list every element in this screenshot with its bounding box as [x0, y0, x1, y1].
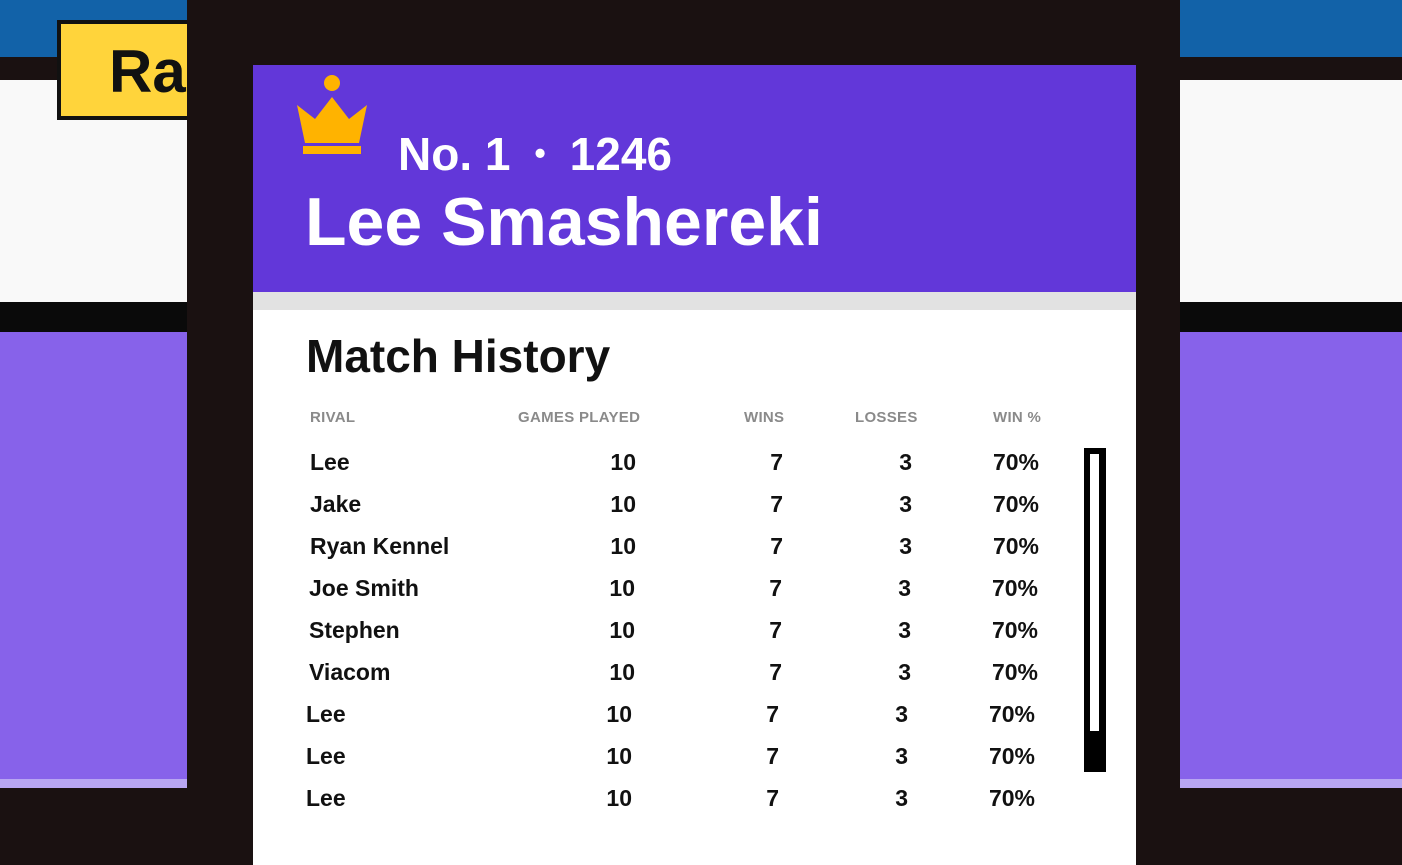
wins-cell: 7: [770, 491, 783, 517]
player-profile-card: No. 1 • 1246 Lee Smashereki Match History …: [253, 65, 1136, 865]
player-name: Lee Smashereki: [305, 184, 823, 260]
wins-cell: 7: [766, 701, 779, 727]
win-pct-cell: 70%: [988, 743, 1035, 769]
games-played-cell: 10: [610, 449, 636, 475]
games-played-cell: 10: [609, 617, 635, 643]
match-history-title: Match History: [306, 330, 611, 382]
wins-cell: 7: [766, 743, 779, 769]
games-played-cell: 10: [609, 659, 635, 685]
wins-cell: 7: [766, 785, 779, 811]
losses-cell: 3: [898, 617, 911, 643]
rival-cell: Lee: [306, 743, 346, 769]
win-pct-cell: 70%: [992, 533, 1039, 559]
games-played-cell: 10: [610, 533, 636, 559]
table-row[interactable]: Joe Smith 10 7 3 70%: [253, 567, 1136, 609]
table-row[interactable]: Jake 10 7 3 70%: [253, 483, 1136, 525]
win-pct-cell: 70%: [988, 785, 1035, 811]
player-header: No. 1 • 1246 Lee Smashereki: [253, 65, 1136, 292]
crown-icon: [297, 75, 367, 154]
losses-cell: 3: [895, 701, 908, 727]
win-pct-cell: 70%: [991, 617, 1038, 643]
column-header-rival: RIVAL: [310, 409, 356, 426]
losses-cell: 3: [899, 449, 912, 475]
rank-and-rating: No. 1 • 1246: [398, 131, 672, 177]
win-pct-cell: 70%: [991, 659, 1038, 685]
losses-cell: 3: [895, 785, 908, 811]
rival-cell: Viacom: [309, 659, 391, 685]
table-row[interactable]: Lee 10 7 3 70%: [253, 441, 1136, 483]
table-row[interactable]: Lee 10 7 3 70%: [253, 777, 1136, 819]
header-divider: [253, 292, 1136, 310]
wins-cell: 7: [770, 449, 783, 475]
win-pct-cell: 70%: [991, 575, 1038, 601]
win-pct-cell: 70%: [988, 701, 1035, 727]
table-row[interactable]: Lee 10 7 3 70%: [253, 735, 1136, 777]
losses-cell: 3: [899, 491, 912, 517]
rival-cell: Stephen: [309, 617, 400, 643]
rating-value: 1246: [569, 128, 673, 180]
scrollbar[interactable]: [1084, 448, 1106, 772]
table-row[interactable]: Lee 10 7 3 70%: [253, 693, 1136, 735]
column-header-win-pct: WIN %: [993, 409, 1042, 426]
games-played-cell: 10: [606, 785, 632, 811]
games-played-cell: 10: [606, 701, 632, 727]
losses-cell: 3: [895, 743, 908, 769]
win-pct-cell: 70%: [992, 491, 1039, 517]
rank-label: No. 1: [398, 128, 511, 180]
column-header-losses: LOSSES: [855, 409, 918, 426]
win-pct-cell: 70%: [992, 449, 1039, 475]
column-header-wins: WINS: [744, 409, 785, 426]
losses-cell: 3: [898, 659, 911, 685]
table-row[interactable]: Ryan Kennel 10 7 3 70%: [253, 525, 1136, 567]
games-played-cell: 10: [606, 743, 632, 769]
column-header-games-played: GAMES PLAYED: [518, 409, 641, 426]
rival-cell: Lee: [310, 449, 350, 475]
losses-cell: 3: [898, 575, 911, 601]
rival-cell: Joe Smith: [309, 575, 419, 601]
rival-cell: Jake: [310, 491, 362, 517]
rival-cell: Lee: [306, 701, 346, 727]
wins-cell: 7: [769, 617, 782, 643]
rival-cell: Lee: [306, 785, 346, 811]
rival-cell: Ryan Kennel: [310, 533, 450, 559]
table-row[interactable]: Viacom 10 7 3 70%: [253, 651, 1136, 693]
scrollbar-thumb[interactable]: [1090, 454, 1099, 731]
losses-cell: 3: [899, 533, 912, 559]
games-played-cell: 10: [610, 491, 636, 517]
wins-cell: 7: [770, 533, 783, 559]
wins-cell: 7: [769, 659, 782, 685]
table-row[interactable]: Stephen 10 7 3 70%: [253, 609, 1136, 651]
wins-cell: 7: [769, 575, 782, 601]
games-played-cell: 10: [609, 575, 635, 601]
separator-dot: •: [534, 135, 546, 171]
